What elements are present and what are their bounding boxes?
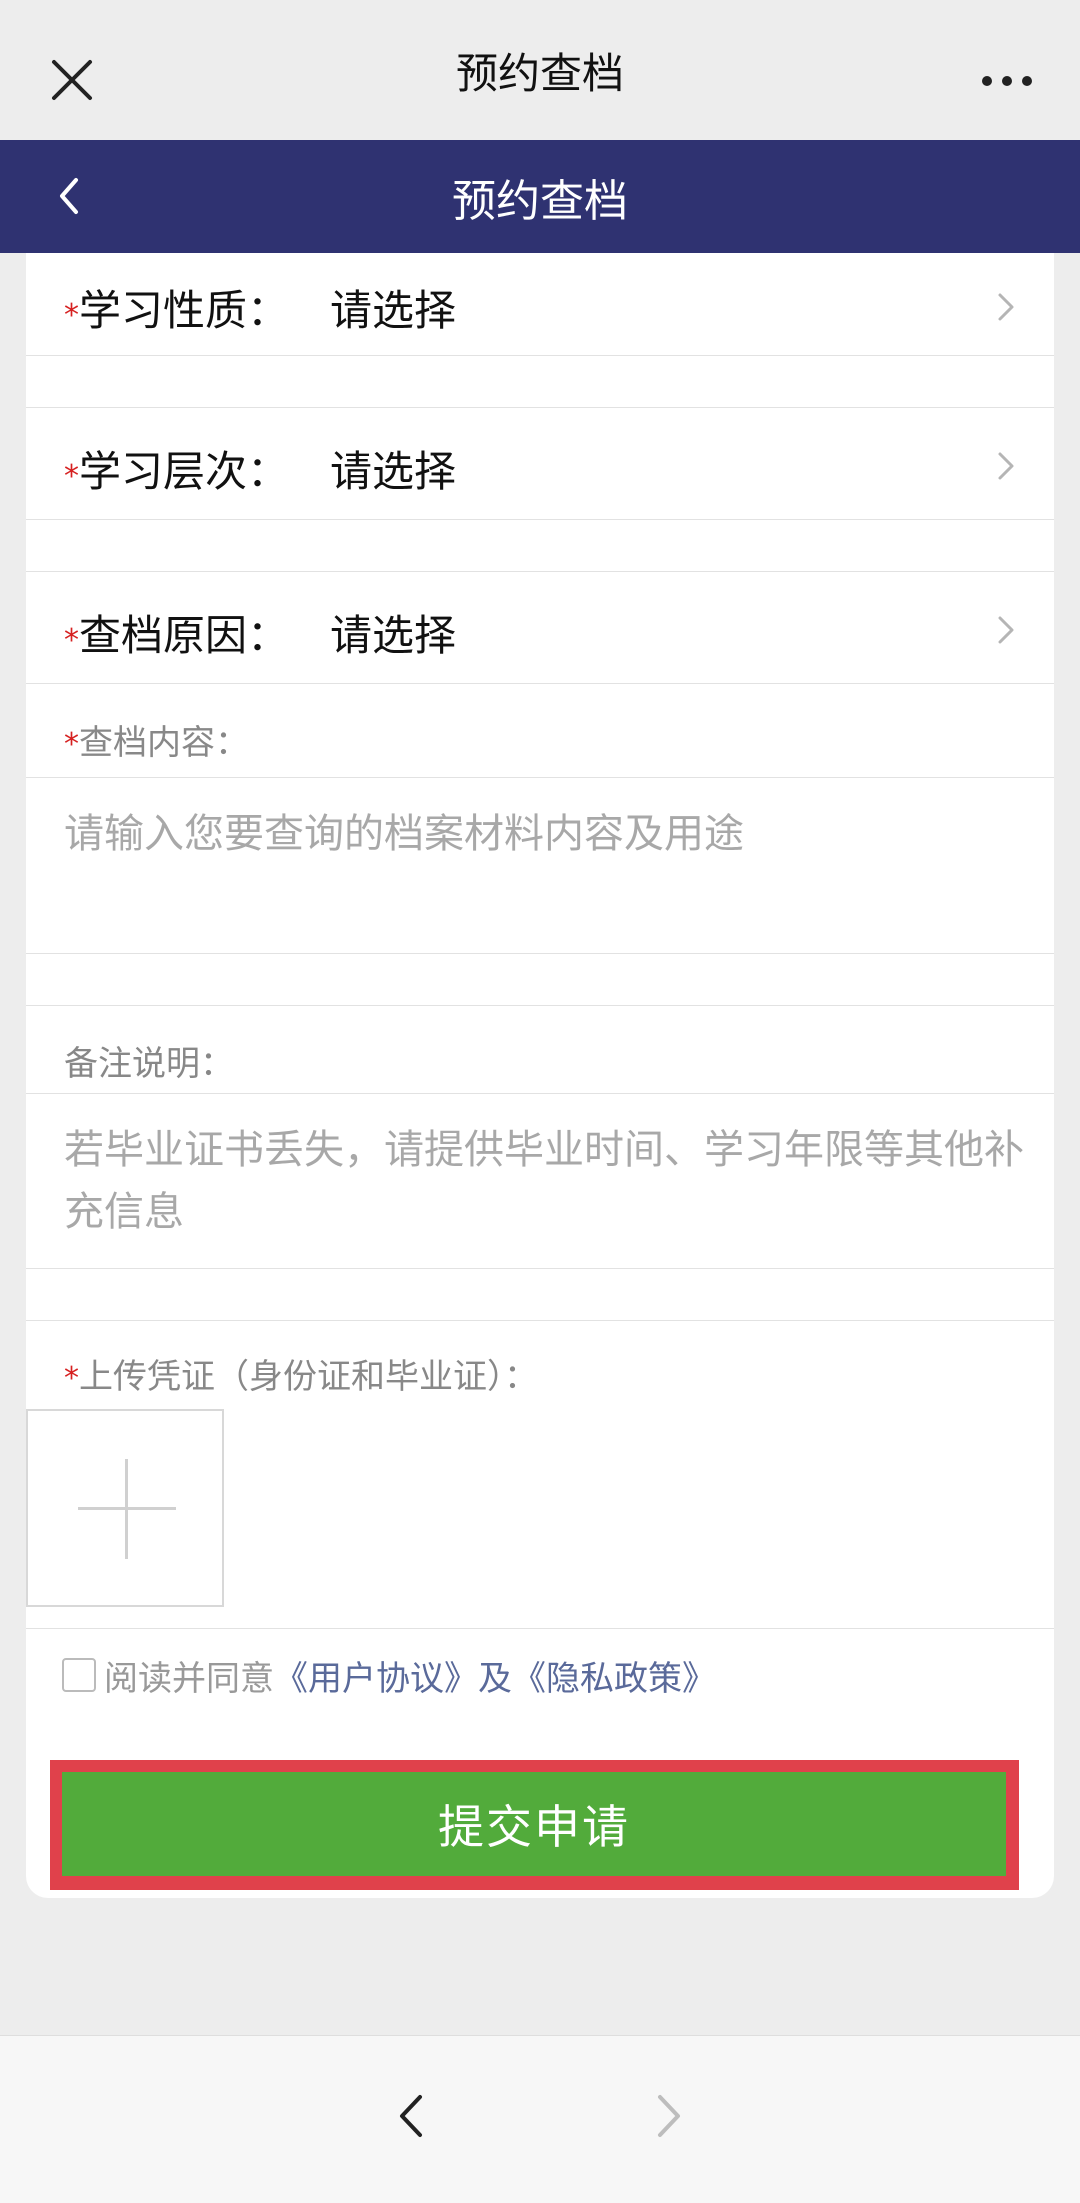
submit-button[interactable]: 提交申请 — [62, 1772, 1006, 1876]
chevron-right-icon — [998, 293, 1014, 321]
user-agreement-link[interactable]: 《用户协议》 — [274, 1651, 478, 1700]
divider — [26, 1005, 1054, 1006]
back-icon[interactable] — [50, 174, 90, 218]
study-level-select[interactable]: *学习层次： 请选择 — [26, 408, 1054, 518]
privacy-policy-link[interactable]: 《隐私政策》 — [512, 1651, 716, 1700]
study-level-value: 请选择 — [330, 447, 457, 496]
wechat-title-bar: 预约查档 — [0, 0, 1080, 140]
chevron-right-icon — [998, 616, 1014, 644]
wechat-title: 预约查档 — [455, 48, 624, 98]
nav-back-icon[interactable] — [396, 2091, 426, 2141]
reason-label: *查档原因： — [64, 611, 290, 660]
upload-label: *上传凭证（身份证和毕业证）： — [64, 1357, 538, 1397]
divider — [26, 355, 1054, 356]
nav-forward-icon[interactable] — [654, 2091, 684, 2141]
close-icon[interactable] — [50, 58, 94, 102]
required-mark: * — [64, 623, 79, 658]
app-header: 预约查档 — [0, 140, 1080, 253]
divider — [26, 519, 1054, 520]
divider — [26, 1268, 1054, 1269]
bottom-nav-bar — [0, 2035, 1080, 2203]
content-label: *查档内容： — [64, 723, 249, 763]
agreement-row: 阅读并同意 《用户协议》 及 《隐私政策》 — [62, 1650, 716, 1700]
reason-value: 请选择 — [330, 611, 457, 660]
chevron-right-icon — [998, 452, 1014, 480]
divider — [26, 1628, 1054, 1629]
required-mark: * — [64, 1361, 79, 1396]
study-nature-value: 请选择 — [330, 286, 457, 335]
remark-label: 备注说明： — [64, 1044, 234, 1084]
plus-icon-vertical — [125, 1459, 128, 1559]
reason-select[interactable]: *查档原因： 请选择 — [26, 572, 1054, 682]
study-nature-select[interactable]: *学习性质： 请选择 — [26, 253, 1054, 363]
agreement-and: 及 — [478, 1658, 512, 1699]
agreement-prefix: 阅读并同意 — [104, 1658, 274, 1699]
agreement-checkbox[interactable] — [62, 1658, 96, 1692]
study-nature-label: *学习性质： — [64, 286, 290, 335]
form-card: *学习性质： 请选择 *学习层次： 请选择 *查档原因： 请选择 *查档内容： … — [26, 253, 1054, 1898]
content-textarea[interactable]: 请输入您要查询的档案材料内容及用途 — [64, 803, 1024, 865]
required-mark: * — [64, 727, 79, 762]
remark-textarea[interactable]: 若毕业证书丢失，请提供毕业时间、学习年限等其他补充信息 — [64, 1119, 1024, 1243]
divider — [26, 777, 1054, 778]
upload-button[interactable] — [26, 1409, 224, 1607]
required-mark: * — [64, 459, 79, 494]
required-mark: * — [64, 298, 79, 333]
divider — [26, 953, 1054, 954]
divider — [26, 1320, 1054, 1321]
page-title: 预约查档 — [452, 175, 628, 227]
more-icon[interactable] — [982, 76, 1032, 86]
study-level-label: *学习层次： — [64, 447, 290, 496]
divider — [26, 683, 1054, 684]
divider — [26, 1093, 1054, 1094]
